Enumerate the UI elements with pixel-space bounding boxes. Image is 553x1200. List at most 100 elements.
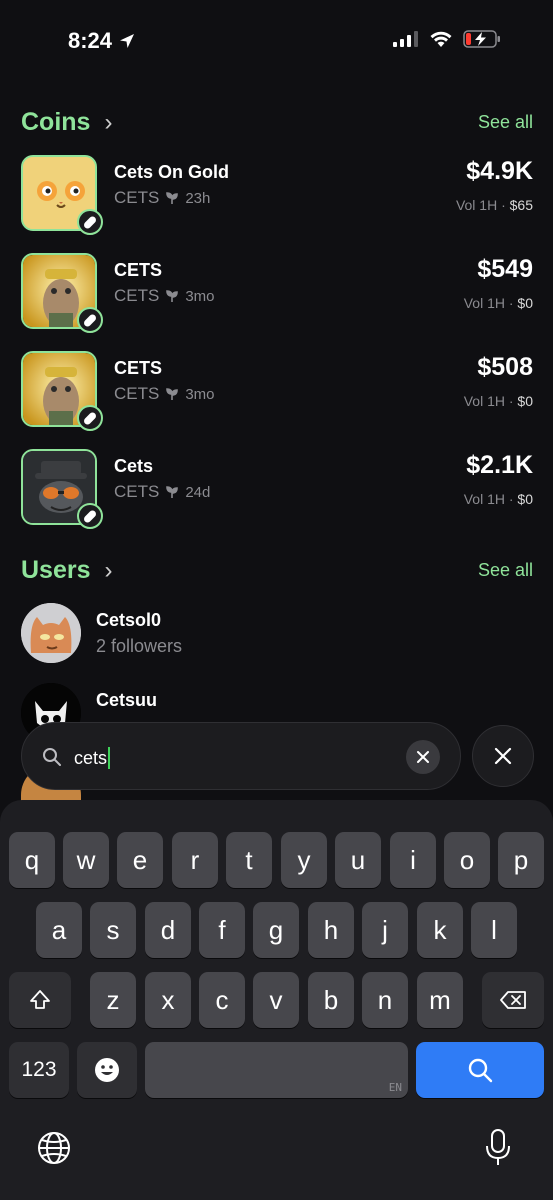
key-j[interactable]: j	[362, 902, 408, 958]
coin-ticker: CETS	[114, 384, 160, 403]
location-arrow-icon	[120, 34, 135, 48]
chevron-right-icon: ›	[104, 556, 113, 584]
search-icon	[468, 1058, 493, 1083]
space-key[interactable]: EN	[145, 1042, 408, 1098]
coin-meta: CETS 23h	[114, 188, 210, 208]
key-q[interactable]: q	[9, 832, 55, 888]
coin-age: 23h	[185, 189, 211, 207]
coin-volume: Vol 1H · $0	[463, 491, 533, 507]
coin-meta: CETS 24d	[114, 482, 210, 502]
coin-age: 3mo	[185, 287, 215, 305]
avatar	[21, 603, 81, 663]
coin-ticker: CETS	[114, 188, 160, 207]
key-u[interactable]: u	[335, 832, 381, 888]
coin-age: 3mo	[185, 385, 215, 403]
coin-ticker: CETS	[114, 286, 160, 305]
key-p[interactable]: p	[498, 832, 544, 888]
key-y[interactable]: y	[281, 832, 327, 888]
globe-button[interactable]	[36, 1130, 72, 1166]
user-name: Cetsol0	[96, 610, 162, 630]
search-input[interactable]: cets	[74, 747, 111, 769]
key-f[interactable]: f	[199, 902, 245, 958]
text-caret	[108, 747, 111, 769]
sprout-icon	[166, 486, 179, 498]
coin-price: $2.1K	[466, 451, 533, 479]
dictation-button[interactable]	[482, 1128, 514, 1168]
delete-key[interactable]	[482, 972, 544, 1028]
key-h[interactable]: h	[308, 902, 354, 958]
key-a[interactable]: a	[36, 902, 82, 958]
coin-volume: Vol 1H · $65	[455, 197, 533, 213]
pill-badge-icon	[77, 405, 103, 431]
system-icons	[393, 30, 501, 48]
key-z[interactable]: z	[90, 972, 136, 1028]
key-t[interactable]: t	[226, 832, 272, 888]
volume-label: Vol 1H	[463, 393, 505, 409]
coin-name: Cets	[114, 456, 154, 476]
cellular-signal-icon	[393, 31, 418, 47]
users-title: Users	[21, 556, 91, 584]
users-title-link[interactable]: Users ›	[21, 556, 113, 585]
backspace-icon	[500, 991, 526, 1009]
coin-meta: CETS 3mo	[114, 286, 215, 306]
volume-label: Vol 1H	[455, 197, 498, 213]
coin-row[interactable]: CETS CETS 3mo $549 Vol 1H · $0	[21, 253, 533, 333]
shift-icon	[30, 990, 50, 1009]
key-b[interactable]: b	[308, 972, 354, 1028]
key-w[interactable]: w	[63, 832, 109, 888]
key-k[interactable]: k	[417, 902, 463, 958]
users-see-all-link[interactable]: See all	[478, 560, 533, 581]
clear-search-button[interactable]	[406, 740, 440, 774]
coins-title-link[interactable]: Coins ›	[21, 108, 112, 137]
search-bar[interactable]: cets	[21, 722, 461, 790]
coin-price: $508	[477, 353, 533, 381]
key-e[interactable]: e	[117, 832, 163, 888]
key-c[interactable]: c	[199, 972, 245, 1028]
search-key[interactable]	[416, 1042, 544, 1098]
user-row[interactable]: Cetsol0 2 followers	[21, 603, 533, 667]
coin-price: $549	[477, 255, 533, 283]
cat-avatar-image	[21, 603, 81, 663]
close-icon	[494, 747, 512, 765]
wifi-icon	[430, 31, 452, 47]
sprout-icon	[166, 192, 179, 204]
key-n[interactable]: n	[362, 972, 408, 1028]
pill-badge-icon	[77, 503, 103, 529]
volume-label: Vol 1H	[463, 491, 505, 507]
emoji-key[interactable]	[77, 1042, 137, 1098]
coin-volume: Vol 1H · $0	[463, 393, 533, 409]
volume-value: $65	[509, 197, 533, 213]
key-g[interactable]: g	[253, 902, 299, 958]
sprout-icon	[166, 388, 179, 400]
sprout-icon	[166, 290, 179, 302]
key-m[interactable]: m	[417, 972, 463, 1028]
pill-badge-icon	[77, 307, 103, 333]
coin-row[interactable]: Cets On Gold CETS 23h $4.9K Vol 1H · $65	[21, 155, 533, 235]
key-v[interactable]: v	[253, 972, 299, 1028]
chevron-right-icon: ›	[104, 108, 113, 136]
coins-see-all-link[interactable]: See all	[478, 112, 533, 133]
coin-ticker: CETS	[114, 482, 160, 501]
status-time: 8:24	[68, 28, 136, 54]
key-o[interactable]: o	[444, 832, 490, 888]
coin-meta: CETS 3mo	[114, 384, 215, 404]
globe-icon	[38, 1132, 70, 1164]
key-i[interactable]: i	[390, 832, 436, 888]
volume-value: $0	[517, 491, 533, 507]
coins-section-header: Coins › See all	[21, 108, 533, 137]
volume-value: $0	[517, 295, 533, 311]
coin-row[interactable]: Cets CETS 24d $2.1K Vol 1H · $0	[21, 449, 533, 529]
shift-key[interactable]	[9, 972, 71, 1028]
coin-row[interactable]: CETS CETS 3mo $508 Vol 1H · $0	[21, 351, 533, 431]
search-input-value: cets	[74, 747, 108, 768]
numbers-key[interactable]: 123	[9, 1042, 69, 1098]
emoji-icon	[95, 1058, 119, 1082]
key-r[interactable]: r	[172, 832, 218, 888]
key-l[interactable]: l	[471, 902, 517, 958]
key-d[interactable]: d	[145, 902, 191, 958]
cancel-search-button[interactable]	[472, 725, 534, 787]
key-x[interactable]: x	[145, 972, 191, 1028]
coin-name: CETS	[114, 260, 163, 280]
key-s[interactable]: s	[90, 902, 136, 958]
coin-price: $4.9K	[466, 157, 533, 185]
